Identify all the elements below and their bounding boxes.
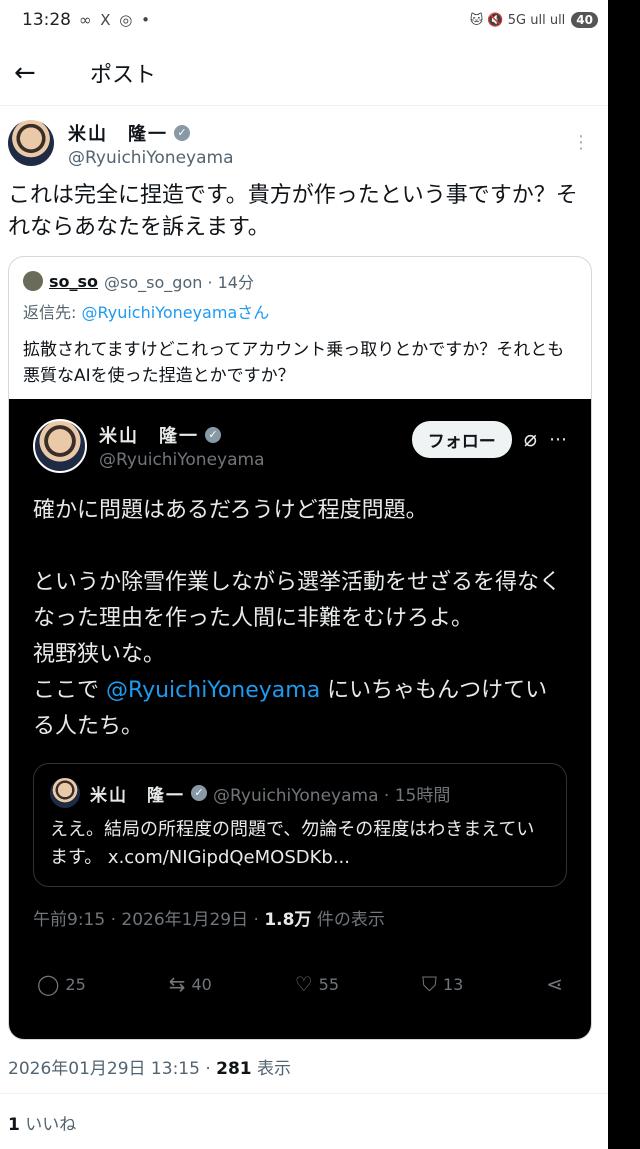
embedded-actions: フォロー ⌀ ⋯ — [411, 421, 567, 458]
quote-avatar[interactable] — [23, 271, 43, 291]
inner-text: ええ。結局の所程度の問題で、勿論その程度はわきまえています。 x.com/NIG… — [50, 819, 535, 868]
reply-stat: ◯ 25 — [37, 972, 86, 996]
page-title: ポスト — [90, 62, 157, 88]
screen: 13:28 ∞ X ◎ • 🐱 🔇 5G ull ull 40 ← ポスト 米山… — [0, 0, 608, 1149]
post-author: 米山 隆一 ✓ @RyuichiYoneyama ⋮ — [0, 106, 608, 168]
reply-mention[interactable]: @RyuichiYoneyamaさん — [81, 303, 269, 322]
embedded-stamp-text: 午前9:15 · 2026年1月29日 · — [33, 910, 265, 930]
views-label: 表示 — [251, 1059, 292, 1079]
reply-count: 25 — [65, 974, 86, 994]
embedded-timestamp: 午前9:15 · 2026年1月29日 · 1.8万 件の表示 — [33, 905, 567, 930]
author-name-line[interactable]: 米山 隆一 ✓ — [68, 120, 234, 146]
inner-name: 米山 隆一 — [90, 785, 185, 806]
quoted-post[interactable]: so_so @so_so_gon · 14分 返信先: @RyuichiYone… — [8, 256, 592, 1040]
embedded-text-part1: 確かに問題はあるだろうけど程度問題。 というか除雪作業しながら選挙活動をせざるを… — [33, 498, 562, 703]
quote-meta: @so_so_gon · 14分 — [104, 273, 254, 292]
heart-icon: ♡ — [294, 972, 313, 996]
header: ← ポスト — [0, 40, 608, 106]
embedded-handle: @RyuichiYoneyama — [99, 450, 265, 470]
right-edge-bar — [608, 0, 640, 1149]
quote-author-name[interactable]: so_so — [49, 272, 98, 291]
inner-quote-header: 米山 隆一 ✓ @RyuichiYoneyama · 15時間 — [50, 778, 550, 808]
quote-header: so_so @so_so_gon · 14分 — [9, 257, 591, 293]
avatar[interactable] — [8, 120, 54, 166]
embedded-mention: @RyuichiYoneyama — [106, 678, 321, 703]
timestamp-text: 2026年01月29日 13:15 · — [8, 1059, 217, 1079]
back-arrow-icon[interactable]: ← — [14, 58, 54, 88]
battery-icon: 40 — [571, 12, 598, 28]
repost-icon: ⇆ — [168, 972, 186, 996]
author-handle[interactable]: @RyuichiYoneyama — [68, 148, 234, 168]
views-count: 281 — [216, 1059, 252, 1079]
post-text: これは完全に捏造です。貴方が作ったという事ですか？それならあなたを訴えます。 — [8, 183, 578, 240]
embedded-views-count: 1.8万 — [264, 910, 312, 930]
author-name[interactable]: 米山 隆一 — [68, 120, 168, 146]
embedded-name: 米山 隆一 — [99, 426, 199, 447]
likes-count: 1 — [8, 1115, 20, 1135]
grok-icon: ⌀ — [523, 427, 537, 452]
share-stat: ⋖ — [546, 972, 563, 996]
reply-to: 返信先: @RyuichiYoneyamaさん — [9, 293, 591, 323]
status-time: 13:28 — [22, 10, 71, 30]
embedded-screenshot: 米山 隆一 ✓ @RyuichiYoneyama フォロー ⌀ ⋯ 確かに問題は… — [9, 399, 591, 1039]
follow-button: フォロー — [411, 421, 512, 458]
likes-label: いいね — [19, 1115, 77, 1135]
quote-text: 拡散されてますけどこれってアカウント乗っ取りとかですか？それとも悪質なAIを使っ… — [23, 340, 565, 386]
like-count: 55 — [318, 974, 340, 994]
reply-icon: ◯ — [37, 972, 60, 996]
inner-avatar — [50, 778, 80, 808]
share-icon: ⋖ — [546, 972, 563, 996]
verified-badge-icon: ✓ — [174, 125, 190, 141]
notification-icons: ∞ X ◎ • — [79, 11, 153, 29]
embedded-views-label: 件の表示 — [311, 910, 385, 930]
more-horizontal-icon: ⋯ — [549, 429, 567, 450]
verified-badge-icon: ✓ — [205, 427, 221, 443]
repost-count: 40 — [191, 974, 212, 994]
like-stat: ♡ 55 — [295, 972, 339, 996]
signal-icons: 🐱 🔇 5G ull ull — [469, 12, 566, 28]
repost-stat: ⇆ 40 — [169, 972, 212, 996]
verified-badge-icon: ✓ — [191, 785, 207, 801]
inner-name-line: 米山 隆一 ✓ — [90, 781, 207, 806]
bookmark-icon: ⛉ — [421, 972, 437, 996]
more-options-icon[interactable]: ⋮ — [572, 132, 590, 153]
embedded-name-line: 米山 隆一 ✓ — [99, 422, 265, 448]
embedded-avatar — [33, 419, 87, 473]
bookmark-stat: ⛉ 13 — [422, 972, 463, 996]
embedded-stats: ◯ 25 ⇆ 40 ♡ 55 ⛉ 13 ⋖ — [33, 972, 567, 996]
inner-meta: @RyuichiYoneyama · 15時間 — [213, 785, 451, 806]
post-timestamp: 2026年01月29日 13:15 · 281 表示 — [0, 1040, 608, 1079]
likes-row[interactable]: 1 いいね — [0, 1094, 608, 1149]
reply-prefix: 返信先: — [23, 303, 82, 322]
embedded-text: 確かに問題はあるだろうけど程度問題。 というか除雪作業しながら選挙活動をせざるを… — [33, 493, 567, 745]
status-right: 🐱 🔇 5G ull ull 40 — [470, 12, 598, 28]
inner-quote: 米山 隆一 ✓ @RyuichiYoneyama · 15時間 ええ。結局の所程度… — [33, 763, 567, 887]
bookmark-count: 13 — [442, 974, 464, 994]
status-bar: 13:28 ∞ X ◎ • 🐱 🔇 5G ull ull 40 — [0, 0, 608, 40]
